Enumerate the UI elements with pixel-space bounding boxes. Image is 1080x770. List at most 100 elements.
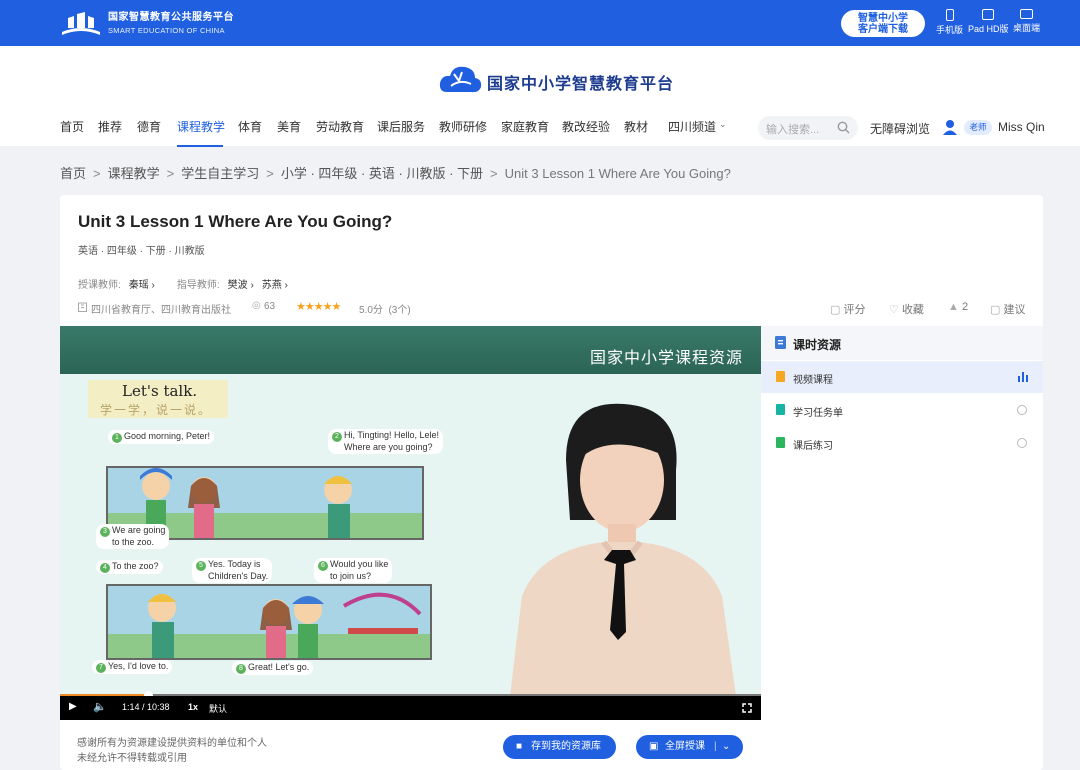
breadcrumb-separator: > xyxy=(266,166,274,181)
bubble-number: 8 xyxy=(236,664,246,674)
bubble-number: 1 xyxy=(112,433,122,443)
device-pad-link[interactable]: Pad HD版 xyxy=(968,9,1009,35)
bubble-number: 6 xyxy=(318,561,328,571)
speech-bubble: 4 To the zoo? xyxy=(96,560,163,574)
rate-label: 评分 xyxy=(843,304,866,316)
breadcrumb-item[interactable]: 课程教学 xyxy=(108,166,160,181)
like-action[interactable]: ▲ 2 xyxy=(948,301,968,313)
advisor-name: 樊波 xyxy=(227,280,248,291)
platform-logo-icon[interactable] xyxy=(60,10,102,36)
search-input[interactable]: 输入搜索... xyxy=(766,121,819,137)
resource-label: 视频课程 xyxy=(793,375,833,386)
breadcrumb-item[interactable]: 学生自主学习 xyxy=(181,166,259,181)
resource-label: 课后练习 xyxy=(793,441,833,452)
resource-item-video[interactable]: 视频课程 xyxy=(761,361,1043,393)
save-to-library-button[interactable]: ■ 存到我的资源库 xyxy=(503,735,616,759)
publisher: 四川省教育厅、四川教育出版社 xyxy=(91,305,231,316)
fullscreen-icon[interactable] xyxy=(742,703,752,713)
speech-bubble: 7 Yes, I'd love to. xyxy=(92,660,173,674)
nav-item-moral[interactable]: 德育 xyxy=(137,118,161,135)
teacher-info: 授课教师: 秦瑶 › 指导教师: 樊波 › 苏燕 › xyxy=(78,276,288,291)
teacher-name: 秦瑶 xyxy=(128,280,149,291)
nav-item-pe[interactable]: 体育 xyxy=(238,118,262,135)
breadcrumb-item[interactable]: 小学 · 四年级 · 英语 · 川教版 · 下册 xyxy=(281,166,483,181)
teacher-link[interactable]: 秦瑶 › xyxy=(129,280,155,291)
rate-action[interactable]: ▢ 评分 xyxy=(830,301,865,317)
nav-item-family[interactable]: 家庭教育 xyxy=(501,118,549,135)
brand-title: 国家中小学智慧教育平台 xyxy=(487,74,675,93)
presenter-figure xyxy=(510,403,736,696)
advisor-link[interactable]: 苏燕 › xyxy=(262,280,288,291)
resource-item-exercise[interactable]: 课后练习 xyxy=(761,427,1043,459)
bubble-text: Would you like xyxy=(330,559,389,569)
nav-item-after-school[interactable]: 课后服务 xyxy=(377,118,425,135)
fullscreen-teach-button[interactable]: ▣ 全屏授课 | ⌄ xyxy=(636,735,743,759)
platform-logo-text[interactable]: 国家智慧教育公共服务平台 SMART EDUCATION OF CHINA xyxy=(108,12,234,36)
video-caption: 国家中小学课程资源 xyxy=(589,350,743,367)
nav-item-recommend[interactable]: 推荐 xyxy=(98,118,122,135)
nav-item-teacher-training[interactable]: 教师研修 xyxy=(439,118,487,135)
video-player[interactable]: 国家中小学课程资源 Let's talk. 学一学，说一说。 1 Good mo… xyxy=(60,326,761,720)
download-line2: 客户端下载 xyxy=(858,24,908,35)
play-icon[interactable]: ▶ xyxy=(69,701,77,712)
nav-item-home[interactable]: 首页 xyxy=(60,118,84,135)
search-icon[interactable] xyxy=(837,121,850,134)
nav-item-labor[interactable]: 劳动教育 xyxy=(316,118,364,135)
lesson-subtitle: 英语 · 四年级 · 下册 · 川教版 xyxy=(78,246,205,257)
playing-bars-icon xyxy=(1018,372,1028,382)
status-circle-icon xyxy=(1017,405,1027,415)
video-controls: ▶ 🔈 1:14 / 10:38 1x 默认 xyxy=(60,696,761,720)
bubble-text: Yes, I'd love to. xyxy=(108,661,169,671)
nav-item-reform[interactable]: 教改经验 xyxy=(562,118,610,135)
client-download-button[interactable]: 智慧中小学 客户端下载 xyxy=(841,10,925,37)
comment-icon: ▢ xyxy=(830,304,841,316)
breadcrumb-item[interactable]: 首页 xyxy=(60,166,86,181)
volume-icon[interactable]: 🔈 xyxy=(93,700,107,713)
advisor-link[interactable]: 樊波 › xyxy=(228,280,254,291)
lets-talk-cn: 学一学，说一说。 xyxy=(100,403,213,417)
video-banner: 国家中小学课程资源 xyxy=(60,326,761,374)
lets-talk-en: Let's talk. xyxy=(122,382,198,400)
chevron-down-icon[interactable]: ⌄ xyxy=(719,119,727,130)
divider: | xyxy=(714,741,717,752)
speech-bubble: 5 Yes. Today is Children's Day. xyxy=(192,558,273,583)
quality-button[interactable]: 默认 xyxy=(209,702,227,715)
bubble-text: Great! Let's go. xyxy=(248,662,310,672)
nav-item-textbook[interactable]: 教材 xyxy=(624,118,648,135)
message-icon: ▢ xyxy=(990,304,1001,316)
suggest-action[interactable]: ▢ 建议 xyxy=(990,301,1025,317)
search-box[interactable]: 输入搜索... xyxy=(758,116,858,140)
monitor-icon xyxy=(1020,9,1033,19)
device-mobile-link[interactable]: 手机版 xyxy=(936,9,963,36)
speed-button[interactable]: 1x xyxy=(188,702,198,712)
nav-item-sichuan[interactable]: 四川频道 xyxy=(668,118,716,135)
note-line1: 感谢所有为资源建设提供资料的单位和个人 xyxy=(77,738,267,749)
collect-action[interactable]: ♡ 收藏 xyxy=(889,301,924,317)
lets-talk-box: Let's talk. 学一学，说一说。 xyxy=(88,380,228,418)
role-badge: 老师 xyxy=(964,120,992,135)
active-nav-indicator xyxy=(177,145,223,147)
bubble-number: 4 xyxy=(100,563,110,573)
bubble-number: 7 xyxy=(96,663,106,673)
bubble-text: Good morning, Peter! xyxy=(124,431,211,441)
folder-icon: ■ xyxy=(516,741,523,752)
user-avatar-icon[interactable] xyxy=(940,117,960,137)
accessibility-link[interactable]: 无障碍浏览 xyxy=(870,120,930,137)
download-line1: 智慧中小学 xyxy=(858,13,908,24)
resources-title: 课时资源 xyxy=(793,338,842,352)
lesson-card: Unit 3 Lesson 1 Where Are You Going? 英语 … xyxy=(60,195,1043,770)
nav-item-course[interactable]: 课程教学 xyxy=(177,118,225,135)
chevron-down-icon[interactable]: ⌄ xyxy=(722,735,730,759)
eye-icon: ◎ xyxy=(252,300,261,311)
like-count: 2 xyxy=(961,301,969,313)
device-desktop-link[interactable]: 桌面端 xyxy=(1013,9,1040,34)
view-count: 63 xyxy=(264,301,276,312)
resource-item-task-sheet[interactable]: 学习任务单 xyxy=(761,394,1043,426)
nav-item-art[interactable]: 美育 xyxy=(277,118,301,135)
score-value: 5.0分 xyxy=(359,305,383,316)
user-name[interactable]: Miss Qin xyxy=(998,120,1045,134)
bubble-text: Hi, Tingting! Hello, Lele! xyxy=(344,430,440,440)
bubble-text: Yes. Today is xyxy=(208,559,261,569)
rating-score: 5.0分 (3个) xyxy=(359,301,411,316)
tablet-icon xyxy=(982,9,995,20)
